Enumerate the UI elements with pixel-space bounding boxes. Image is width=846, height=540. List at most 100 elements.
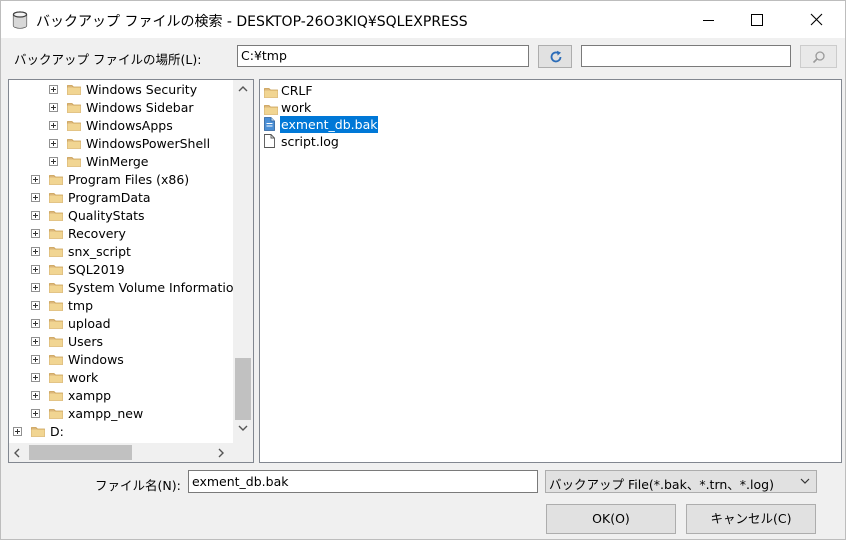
tree-item-label: Program Files (x86) — [68, 172, 190, 187]
folder-icon — [31, 426, 45, 437]
tree-horizontal-scrollbar[interactable] — [9, 443, 233, 462]
close-button[interactable] — [789, 1, 835, 38]
tree-item-label: tmp — [68, 298, 94, 313]
scroll-right-icon[interactable] — [218, 448, 224, 458]
tree-item-label: QualityStats — [68, 208, 145, 223]
expand-icon[interactable] — [49, 139, 58, 148]
expand-icon[interactable] — [31, 373, 40, 382]
folder-icon — [49, 228, 63, 239]
folder-icon — [49, 300, 63, 311]
cancel-button[interactable]: キャンセル(C) — [686, 504, 816, 534]
tree-item-label: WindowsApps — [86, 118, 173, 133]
search-input[interactable] — [581, 45, 791, 67]
expand-icon[interactable] — [31, 265, 40, 274]
backup-file-dialog: バックアップ ファイルの検索 - DESKTOP-26O3KIQ¥SQLEXPR… — [0, 0, 846, 540]
tree-item-label: xampp_new — [68, 406, 144, 421]
folder-icon — [67, 138, 81, 149]
file-type-value: バックアップ File(*.bak、*.trn、*.log) — [549, 477, 774, 492]
folder-icon — [67, 120, 81, 131]
expand-icon[interactable] — [31, 319, 40, 328]
tree-item-label: ProgramData — [68, 190, 151, 205]
chevron-down-icon — [800, 478, 810, 484]
folder-icon — [49, 264, 63, 275]
scroll-down-icon[interactable] — [238, 425, 248, 431]
tree-item-label: xampp — [68, 388, 112, 403]
tree-item-label: work — [68, 370, 99, 385]
refresh-button[interactable] — [538, 45, 572, 68]
location-label: バックアップ ファイルの場所(L): — [14, 52, 202, 67]
tree-item-label: System Volume Informatio — [68, 280, 234, 295]
tree-item-label: upload — [68, 316, 111, 331]
expand-icon[interactable] — [31, 175, 40, 184]
search-button[interactable] — [800, 45, 837, 68]
tree-vertical-scrollbar[interactable] — [233, 80, 253, 443]
expand-icon[interactable] — [31, 247, 40, 256]
title-bar: バックアップ ファイルの検索 - DESKTOP-26O3KIQ¥SQLEXPR… — [1, 1, 845, 38]
expand-icon[interactable] — [49, 121, 58, 130]
tree-item-label: Users — [68, 334, 104, 349]
scroll-left-icon[interactable] — [14, 448, 20, 458]
folder-icon — [49, 390, 63, 401]
expand-icon[interactable] — [49, 157, 58, 166]
scrollbar-corner — [233, 443, 253, 462]
backup-file-icon — [264, 117, 275, 135]
window-title: バックアップ ファイルの検索 - DESKTOP-26O3KIQ¥SQLEXPR… — [36, 14, 468, 30]
close-icon — [810, 13, 823, 26]
expand-icon[interactable] — [31, 409, 40, 418]
tree-item-label: Recovery — [68, 226, 126, 241]
folder-icon — [49, 318, 63, 329]
tree-item-label: Windows Sidebar — [86, 100, 194, 115]
ok-button[interactable]: OK(O) — [546, 504, 676, 534]
file-list-item-name: script.log — [281, 134, 339, 149]
tree-item-label: SQL2019 — [68, 262, 125, 277]
expand-icon[interactable] — [31, 391, 40, 400]
filename-label: ファイル名(N): — [95, 478, 181, 493]
file-type-select[interactable]: バックアップ File(*.bak、*.trn、*.log) — [545, 470, 817, 493]
expand-icon[interactable] — [31, 337, 40, 346]
filename-input[interactable]: exment_db.bak — [188, 470, 538, 493]
file-icon — [264, 134, 275, 152]
tree-item-label: WinMerge — [86, 154, 149, 169]
tree-item-label: D: — [50, 424, 64, 439]
expand-icon[interactable] — [31, 229, 40, 238]
file-list-item-name: exment_db.bak — [278, 115, 380, 134]
folder-icon — [49, 282, 63, 293]
folder-icon — [67, 84, 81, 95]
folder-icon — [49, 372, 63, 383]
file-list-item-name: CRLF — [281, 83, 313, 98]
refresh-icon — [550, 50, 562, 63]
folder-icon — [67, 102, 81, 113]
tree-item-label: snx_script — [68, 244, 131, 259]
folder-icon — [49, 336, 63, 347]
tree-item-label: Windows — [68, 352, 124, 367]
expand-icon[interactable] — [13, 427, 22, 436]
file-list[interactable]: CRLF work exment_db.bak script.log — [259, 79, 842, 463]
expand-icon[interactable] — [31, 355, 40, 364]
folder-tree[interactable]: Windows Security Windows Sidebar WindowsAp… — [8, 79, 254, 463]
folder-icon — [49, 192, 63, 203]
scroll-up-icon[interactable] — [238, 86, 248, 92]
folder-icon — [49, 408, 63, 419]
folder-icon — [67, 156, 81, 167]
expand-icon[interactable] — [31, 211, 40, 220]
tree-vertical-scroll-thumb[interactable] — [235, 358, 251, 420]
expand-icon[interactable] — [49, 85, 58, 94]
minimize-button[interactable] — [685, 1, 731, 38]
tree-item-label: Windows Security — [86, 82, 198, 97]
search-icon — [812, 51, 825, 64]
folder-icon — [264, 85, 278, 102]
tree-item-label: WindowsPowerShell — [86, 136, 211, 151]
expand-icon[interactable] — [31, 283, 40, 292]
expand-icon[interactable] — [49, 103, 58, 112]
location-path-input[interactable]: C:¥tmp — [237, 45, 529, 67]
folder-icon — [49, 174, 63, 185]
folder-icon — [49, 210, 63, 221]
tree-horizontal-scroll-thumb[interactable] — [29, 445, 132, 460]
folder-icon — [49, 354, 63, 365]
file-list-item-name: work — [281, 100, 312, 115]
maximize-button[interactable] — [731, 1, 777, 38]
expand-icon[interactable] — [31, 301, 40, 310]
expand-icon[interactable] — [31, 193, 40, 202]
database-icon — [12, 11, 28, 29]
folder-icon — [49, 246, 63, 257]
